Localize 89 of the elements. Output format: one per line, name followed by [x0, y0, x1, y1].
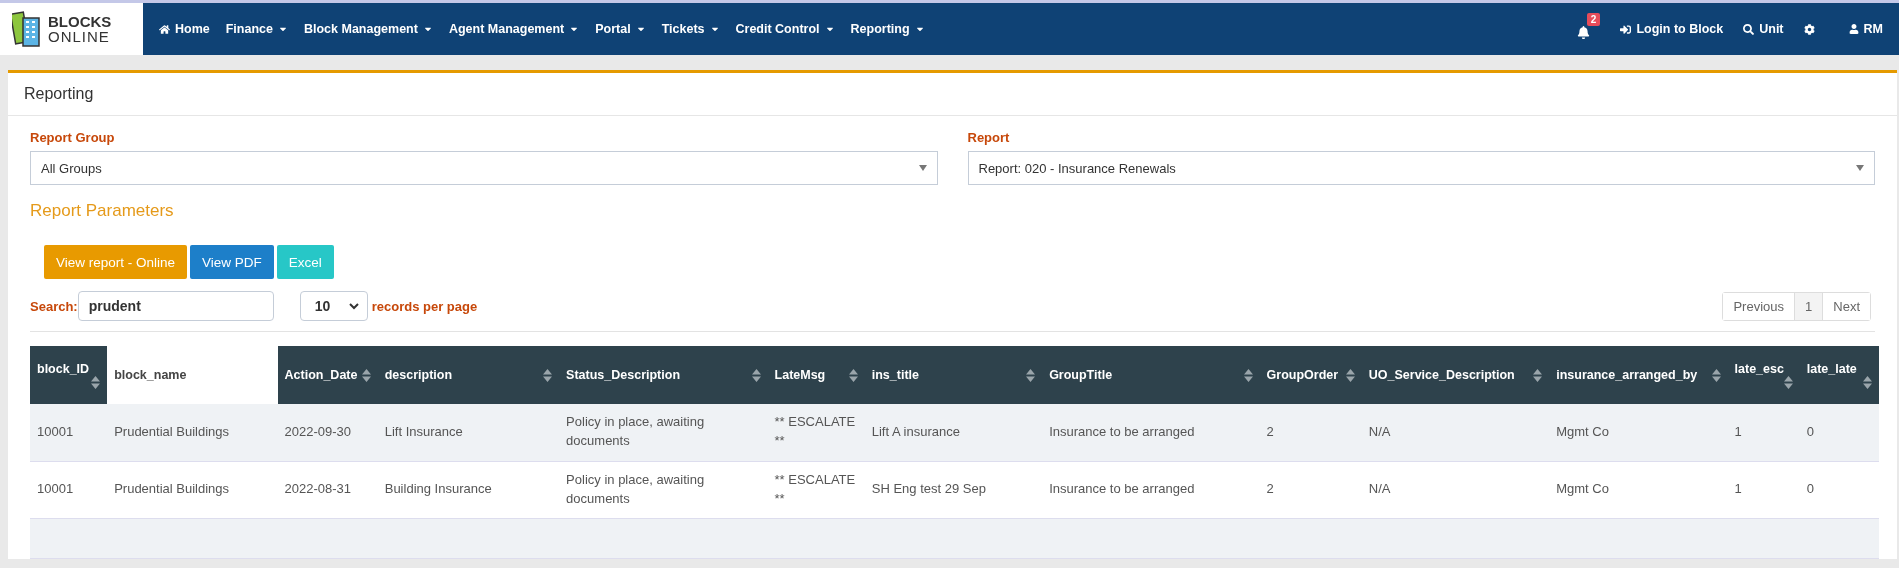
buildings-icon: [12, 10, 42, 48]
table-cell: 1: [1727, 461, 1800, 518]
sign-in-icon: [1620, 23, 1632, 35]
field-label: Report Group: [30, 130, 116, 145]
nav-menu-item[interactable]: Reporting: [842, 22, 933, 36]
table-cell: Lift Insurance: [377, 404, 560, 461]
table-cell: Prudential Buildings: [107, 461, 278, 518]
column-header[interactable]: block_ID: [30, 346, 108, 404]
column-header[interactable]: GroupTitle: [1042, 346, 1260, 404]
table-cell: N/A: [1361, 461, 1550, 518]
logo-text: BLOCKS: [48, 14, 112, 29]
nav-menu-item[interactable]: RM: [1840, 22, 1891, 36]
sort-icon: [91, 375, 101, 389]
pagination-button[interactable]: 1: [1794, 292, 1823, 320]
section-title: Report Parameters: [30, 201, 175, 221]
nav-menu-item[interactable]: Unit: [1735, 22, 1792, 36]
table-cell: Policy in place, awaiting documents: [559, 461, 768, 518]
table-cell: Insurance to be arranged: [1042, 461, 1260, 518]
column-header[interactable]: Action_Date: [277, 346, 378, 404]
sort-icon: [1533, 368, 1543, 382]
column-header[interactable]: block_name: [107, 346, 278, 404]
column-header[interactable]: late_late: [1799, 346, 1879, 404]
panel-title: Reporting: [8, 73, 1897, 116]
search-icon: [1743, 23, 1755, 35]
search-label: Search:: [30, 298, 78, 314]
column-header[interactable]: insurance_arranged_by: [1549, 346, 1728, 404]
table-cell: Lift A insurance: [864, 404, 1043, 461]
table-cell: ** ESCALATE **: [767, 461, 865, 518]
sort-icon: [1243, 368, 1253, 382]
sort-icon: [1711, 368, 1721, 382]
table-cell: Building Insurance: [377, 461, 560, 518]
table-cell: 10001: [30, 404, 108, 461]
sort-icon: [751, 368, 761, 382]
select-field[interactable]: All Groups: [30, 151, 938, 185]
notification-badge: 2: [1586, 13, 1601, 26]
nav-menu-item[interactable]: Finance: [217, 22, 296, 36]
column-header[interactable]: UO_Service_Description: [1361, 346, 1550, 404]
table-cell: 2022-09-30: [277, 404, 378, 461]
column-header[interactable]: description: [377, 346, 560, 404]
column-header[interactable]: ins_title: [864, 346, 1043, 404]
page-size-label: records per page: [371, 298, 478, 314]
dropdown-arrow-icon: [918, 165, 927, 171]
pagination-button[interactable]: Next: [1822, 292, 1870, 320]
table-cell: Insurance to be arranged: [1042, 404, 1260, 461]
table-cell: ** ESCALATE **: [767, 404, 865, 461]
table-cell: 2: [1259, 461, 1362, 518]
nav-menu-item[interactable]: Login to Block: [1612, 22, 1732, 36]
sort-icon: [1345, 368, 1355, 382]
sort-icon: [543, 368, 553, 382]
chevron-down-icon: [348, 302, 359, 310]
table-cell: SH Eng test 29 Sep: [864, 461, 1043, 518]
column-header[interactable]: GroupOrder: [1259, 346, 1362, 404]
user-icon: [1848, 24, 1859, 34]
nav-menu-item[interactable]: Tickets: [653, 22, 728, 36]
page-size-select[interactable]: 10: [299, 291, 368, 321]
table-cell: 0: [1799, 461, 1879, 518]
nav-menu-item[interactable]: Home: [151, 22, 218, 36]
table-cell: 0: [1799, 404, 1879, 461]
sort-icon: [1026, 368, 1036, 382]
column-header[interactable]: Status_Description: [559, 346, 768, 404]
bell-icon: [1576, 26, 1590, 39]
sort-icon: [1783, 375, 1793, 389]
table-cell: Mgmt Co: [1549, 404, 1728, 461]
nav-menu-item[interactable]: Block Management: [296, 22, 441, 36]
table-cell: 10001: [30, 461, 108, 518]
search-field[interactable]: prudent: [77, 291, 274, 321]
dropdown-arrow-icon: [1856, 165, 1864, 171]
table-cell: 1: [1727, 404, 1800, 461]
field-label: Report: [967, 130, 1011, 145]
home-icon: [159, 23, 170, 35]
nav-menu-item[interactable]: Agent Management: [440, 22, 588, 36]
column-header[interactable]: late_esc: [1727, 346, 1800, 404]
action-button[interactable]: View PDF: [190, 245, 274, 279]
sort-icon: [848, 368, 858, 382]
table-cell: Policy in place, awaiting documents: [559, 404, 768, 461]
table-cell: N/A: [1361, 404, 1550, 461]
table-cell: Prudential Buildings: [107, 404, 278, 461]
settings-icon: [1803, 23, 1815, 35]
sort-icon: [1863, 375, 1872, 389]
table-cell: Mgmt Co: [1549, 461, 1728, 518]
sort-icon: [361, 368, 371, 382]
nav-menu-item[interactable]: Portal: [587, 22, 654, 36]
notifications-button[interactable]: 2: [1568, 13, 1609, 45]
table-cell: 2: [1259, 404, 1362, 461]
table-cell: 2022-08-31: [277, 461, 378, 518]
select-field[interactable]: Report: 020 - Insurance Renewals: [967, 151, 1875, 185]
nav-menu-item[interactable]: Credit Control: [727, 22, 843, 36]
column-header[interactable]: LateMsg: [767, 346, 865, 404]
logo-text: ONLINE: [48, 29, 111, 44]
